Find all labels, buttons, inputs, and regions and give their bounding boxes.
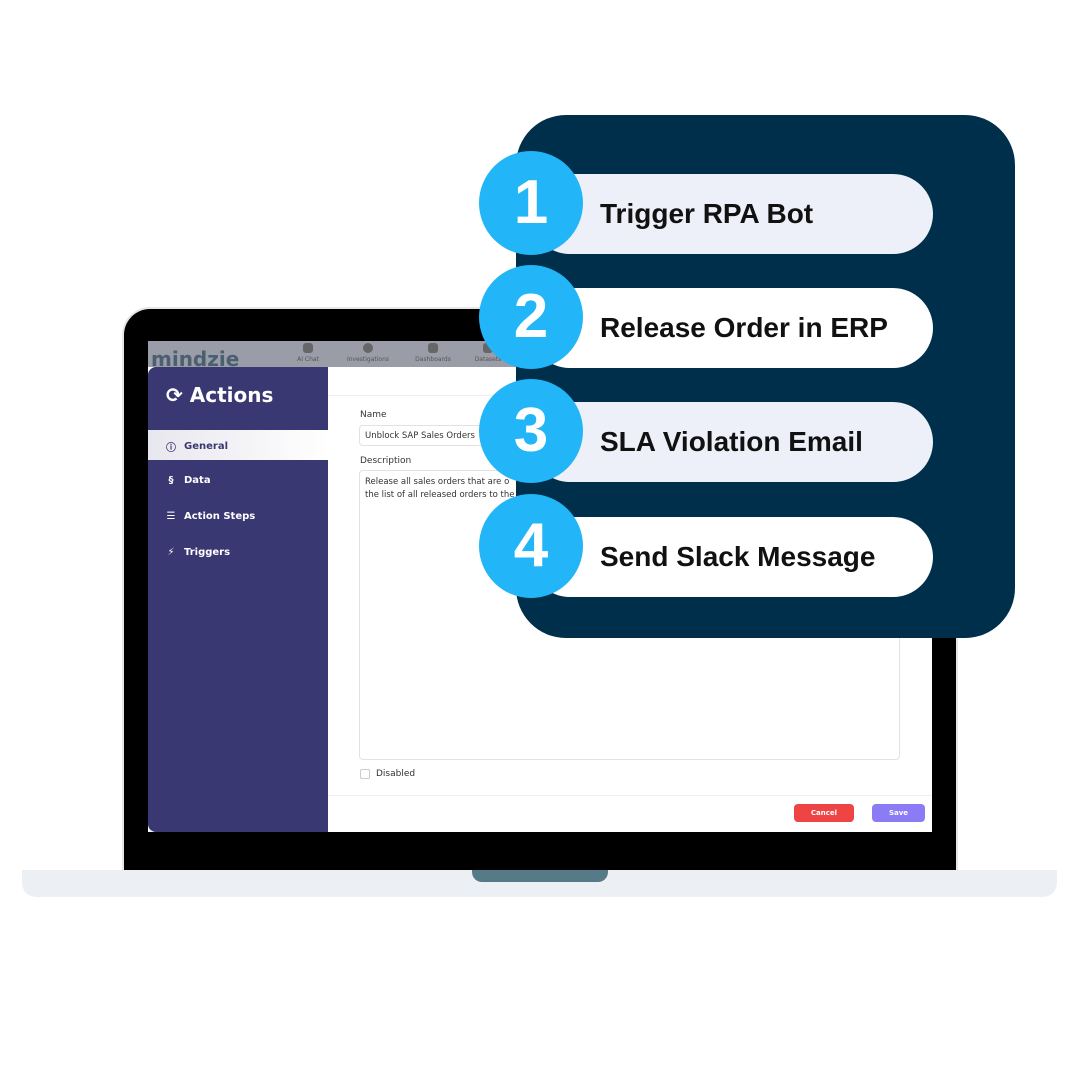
actions-icon: ⟳: [166, 383, 183, 407]
step-1-number: 1: [479, 151, 583, 255]
disabled-checkbox[interactable]: [360, 769, 370, 779]
bolt-icon: ⚡: [167, 547, 175, 558]
nav-investigations[interactable]: Investigations: [333, 343, 403, 363]
sidebar-item-triggers[interactable]: ⚡ Triggers: [166, 547, 230, 558]
sliders-icon: ☰: [166, 511, 176, 522]
sidebar-item-general[interactable]: ⓘ General: [166, 439, 228, 454]
step-3-label: SLA Violation Email: [530, 402, 933, 482]
data-icon: §: [168, 475, 174, 486]
step-4-label: Send Slack Message: [530, 517, 933, 597]
step-4-number: 4: [479, 494, 583, 598]
name-label: Name: [360, 410, 387, 420]
info-icon: ⓘ: [166, 443, 176, 454]
sidebar-item-data[interactable]: § Data: [166, 475, 211, 486]
step-2-number: 2: [479, 265, 583, 369]
description-label: Description: [360, 456, 412, 466]
step-3-number: 3: [479, 379, 583, 483]
footer-divider: [328, 795, 932, 796]
sidebar: ⟳ Actions ⓘ General § Data ☰ Action Steps ⚡…: [148, 367, 328, 832]
laptop-notch: [472, 870, 608, 882]
step-2-label: Release Order in ERP: [530, 288, 933, 368]
page-title: ⟳ Actions: [166, 383, 274, 407]
disabled-label: Disabled: [376, 769, 416, 779]
cancel-button[interactable]: Cancel: [794, 804, 854, 822]
save-button[interactable]: Save: [872, 804, 925, 822]
sidebar-item-action-steps[interactable]: ☰ Action Steps: [166, 511, 256, 522]
step-1-label: Trigger RPA Bot: [530, 174, 933, 254]
